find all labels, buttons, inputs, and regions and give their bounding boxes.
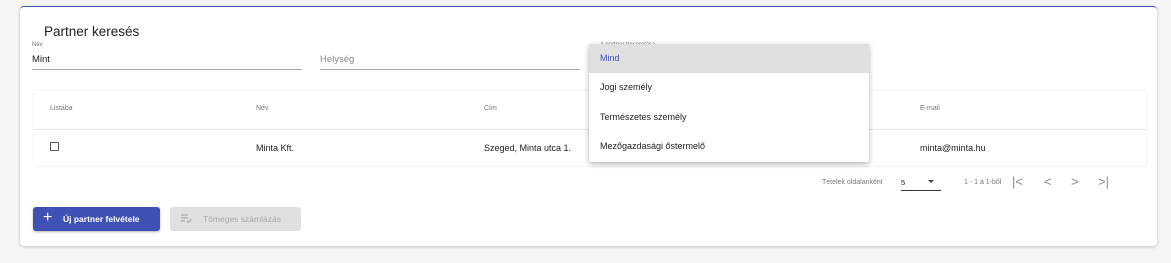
option-natural-person[interactable]: Természetes személy [589, 103, 869, 132]
prev-page-icon[interactable]: < [1044, 174, 1052, 189]
city-field[interactable]: Helység [320, 40, 580, 70]
next-page-icon[interactable]: > [1071, 174, 1079, 189]
name-field[interactable]: Név Mint [32, 40, 302, 70]
col-header-address[interactable]: Cím [484, 105, 497, 112]
per-page-underline [901, 190, 941, 191]
partner-type-dropdown: Mind Jogi személy Természetes személy Me… [589, 44, 869, 162]
bulk-invoice-button: Tömeges számlázás [170, 207, 301, 231]
row-email: minta@minta.hu [920, 143, 986, 153]
name-field-label: Név [32, 42, 43, 48]
bulk-invoice-label: Tömeges számlázás [203, 214, 281, 224]
col-header-email[interactable]: E-mail [920, 105, 940, 112]
option-farmer[interactable]: Mezőgazdasági őstermelő [589, 132, 869, 161]
first-page-icon[interactable]: |< [1012, 174, 1023, 189]
plus-icon: + [43, 209, 53, 226]
name-field-underline [32, 69, 302, 70]
row-address: Szeged, Minta utca 1. [484, 143, 572, 153]
col-header-list[interactable]: Listába [50, 105, 73, 112]
row-name: Minta Kft. [256, 143, 295, 153]
new-partner-button[interactable]: + Új partner felvétele [33, 207, 160, 231]
col-header-name[interactable]: Név [256, 105, 268, 112]
chevron-down-icon[interactable] [928, 180, 934, 183]
per-page-label: Tételek oldalanként [822, 179, 883, 186]
new-partner-label: Új partner felvétele [63, 214, 140, 224]
city-field-placeholder: Helység [320, 54, 355, 65]
playlist-check-icon [181, 214, 192, 224]
page-title: Partner keresés [44, 24, 140, 39]
name-field-value: Mint [32, 54, 50, 65]
range-label: 1 - 1 a 1-ből [964, 179, 1002, 186]
row-checkbox[interactable] [50, 142, 59, 151]
per-page-select[interactable]: 5 [901, 178, 905, 187]
option-all[interactable]: Mind [589, 44, 869, 73]
city-field-underline [320, 69, 580, 70]
option-legal-entity[interactable]: Jogi személy [589, 73, 869, 102]
last-page-icon[interactable]: >| [1098, 174, 1109, 189]
